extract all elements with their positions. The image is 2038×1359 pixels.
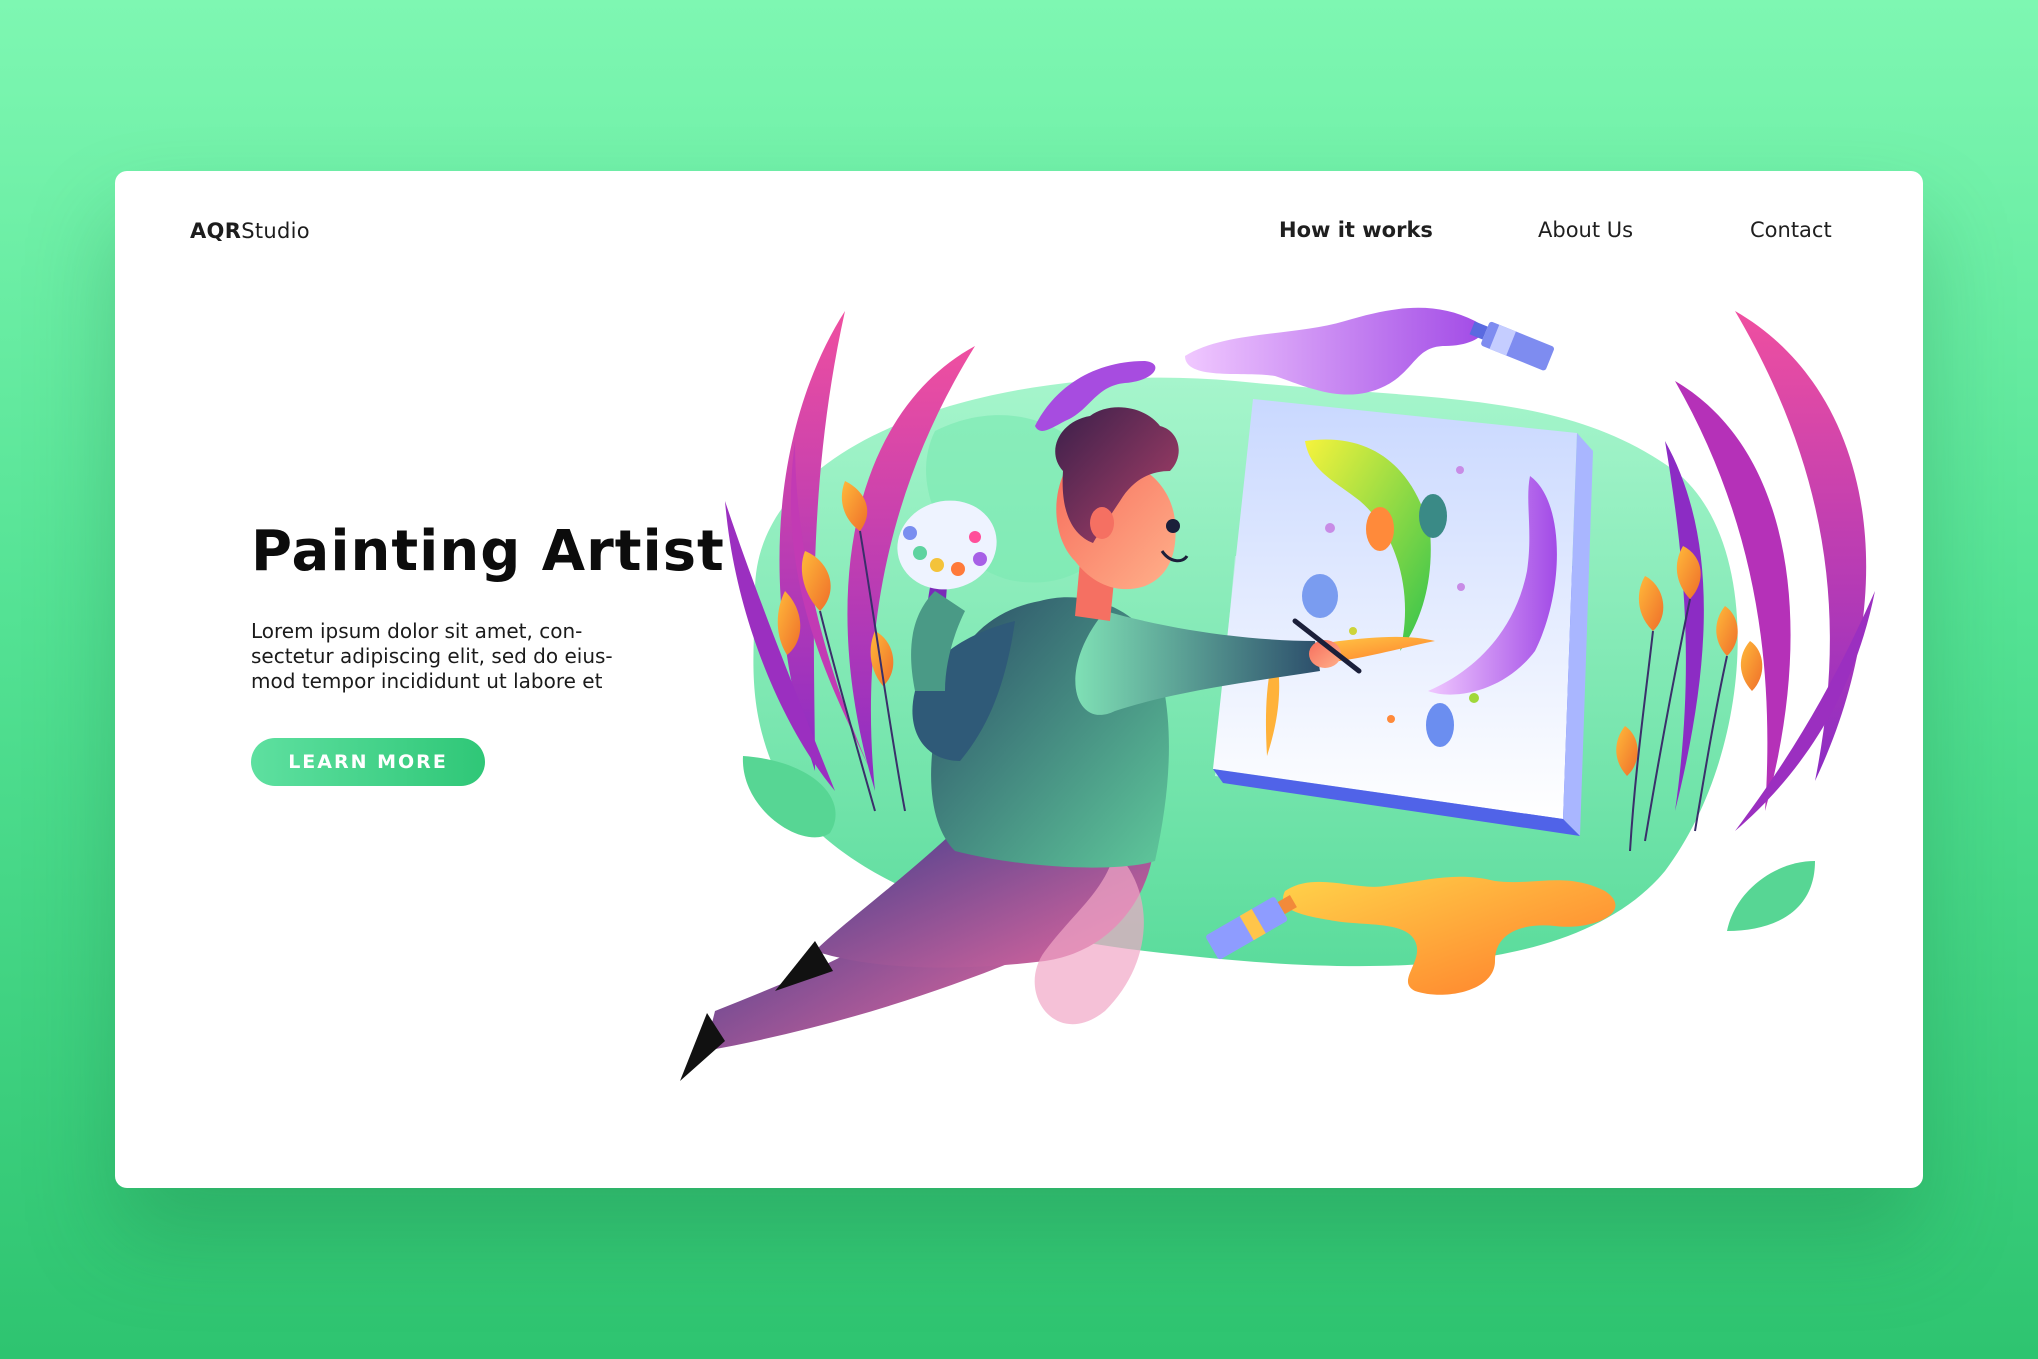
easel-canvas xyxy=(1213,399,1593,836)
painter-illustration xyxy=(680,307,1875,1081)
floating-leaf xyxy=(1727,861,1815,931)
paint-tube-icon xyxy=(1469,321,1554,371)
landing-card: AQRStudio How it works About Us Contact … xyxy=(115,171,1923,1188)
